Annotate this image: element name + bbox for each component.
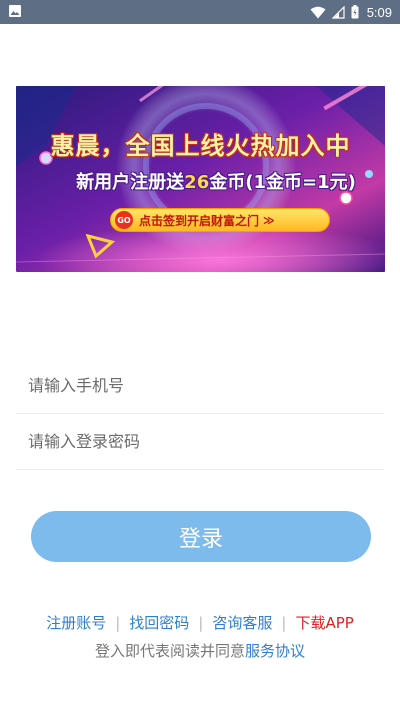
link-separator: |	[115, 613, 121, 632]
image-icon	[8, 3, 22, 22]
battery-icon	[351, 5, 359, 19]
password-input[interactable]	[28, 432, 384, 451]
footer-links: 注册账号 | 找回密码 | 咨询客服 | 下载APP	[0, 612, 400, 633]
agreement-text: 登入即代表阅读并同意	[94, 642, 245, 660]
banner-sub-highlight: 26	[184, 172, 210, 193]
banner-sub-suffix: 金币(1金币=1元)	[209, 172, 356, 193]
status-bar: 5:09	[0, 0, 400, 24]
go-badge: GO	[115, 211, 133, 229]
banner-signin-text: 点击签到开启财富之门	[139, 213, 260, 228]
double-chevron-right-icon: ≫	[263, 213, 275, 227]
signal-icon	[331, 5, 345, 19]
banner-signin-pill[interactable]: GO 点击签到开启财富之门 ≫	[110, 208, 330, 232]
register-link[interactable]: 注册账号	[46, 612, 106, 633]
password-field	[16, 414, 384, 470]
login-button[interactable]: 登录	[31, 511, 371, 562]
phone-input[interactable]	[28, 376, 384, 395]
service-agreement-link[interactable]: 服务协议	[245, 642, 305, 660]
promo-banner[interactable]: 惠晨，全国上线火热加入中 新用户注册送26金币(1金币=1元) GO 点击签到开…	[16, 86, 385, 272]
status-time: 5:09	[366, 4, 392, 20]
banner-sub-prefix: 新用户注册送	[76, 172, 185, 193]
banner-headline: 惠晨，全国上线火热加入中	[50, 132, 351, 160]
link-separator: |	[198, 613, 204, 632]
wifi-icon	[310, 6, 326, 19]
banner-subheadline: 新用户注册送26金币(1金币=1元)	[56, 168, 376, 194]
download-app-link[interactable]: 下载APP	[295, 612, 353, 633]
phone-field	[16, 358, 384, 414]
recover-password-link[interactable]: 找回密码	[129, 612, 189, 633]
link-separator: |	[281, 613, 287, 632]
customer-service-link[interactable]: 咨询客服	[212, 612, 272, 633]
agreement-notice: 登入即代表阅读并同意服务协议	[0, 640, 400, 661]
